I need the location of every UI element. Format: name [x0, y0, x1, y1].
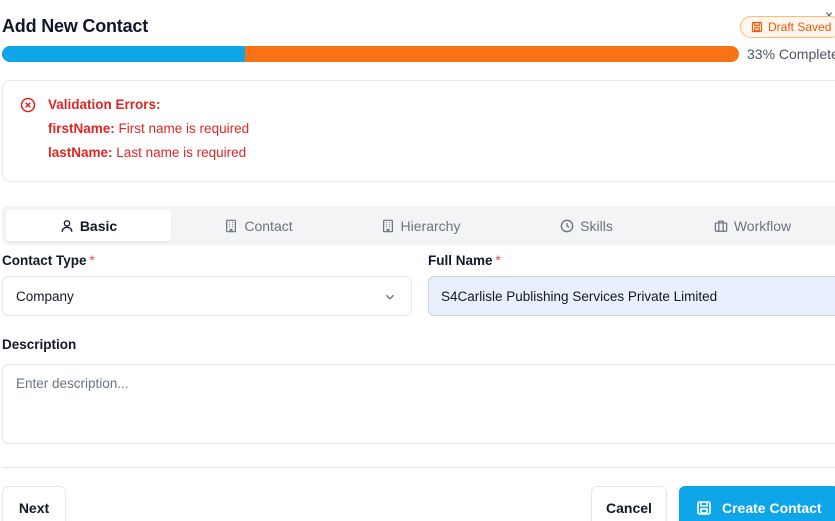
progress-label: 33% Complete	[747, 46, 835, 62]
description-textarea[interactable]	[2, 364, 835, 444]
error-item: firstName: First name is required	[48, 121, 249, 136]
contact-type-value: Company	[16, 288, 74, 304]
draft-saved-label: Draft Saved	[768, 20, 832, 34]
validation-error-box: Validation Errors: firstName: First name…	[2, 80, 835, 182]
tab-label: Hierarchy	[400, 217, 461, 234]
contact-type-label: Contact Type *	[2, 253, 95, 268]
tab-label: Basic	[79, 217, 118, 234]
progress-bar	[2, 46, 739, 62]
draft-saved-badge: Draft Saved	[740, 16, 835, 38]
briefcase-icon	[714, 220, 728, 232]
chevron-down-icon	[386, 294, 394, 300]
tab-label: Skills	[580, 217, 613, 234]
building-icon	[226, 219, 237, 232]
required-marker: *	[495, 253, 501, 268]
tab-label: Contact	[244, 217, 293, 234]
tab-workflow[interactable]: Workflow	[670, 210, 835, 241]
tab-skills[interactable]: Skills	[504, 210, 669, 241]
footer-divider	[2, 467, 835, 468]
clock-icon	[560, 219, 574, 232]
dialog-title: Add New Contact	[2, 16, 149, 36]
cancel-button[interactable]: Cancel	[591, 486, 667, 521]
error-circle-icon	[20, 97, 36, 113]
contact-type-select[interactable]: Company	[2, 276, 412, 316]
tab-basic[interactable]: Basic	[6, 210, 171, 241]
error-field: lastName:	[48, 145, 113, 160]
add-contact-dialog: Add New Contact × Draft Saved 33% Comple…	[0, 0, 835, 521]
create-contact-label: Create Contact	[722, 500, 822, 516]
tab-label: Workflow	[733, 217, 792, 234]
create-contact-button[interactable]: Create Contact	[679, 486, 835, 521]
description-label: Description	[2, 337, 77, 352]
contact-type-label-text: Contact Type	[2, 253, 87, 268]
building-icon	[382, 219, 393, 232]
tab-bar: Basic Contact Hierarchy Skills Workflow	[2, 206, 835, 245]
error-field: firstName:	[48, 121, 115, 136]
progress-fill	[2, 46, 246, 62]
required-marker: *	[89, 253, 95, 268]
error-message: First name is required	[118, 121, 250, 136]
tab-hierarchy[interactable]: Hierarchy	[338, 210, 503, 241]
full-name-label-text: Full Name	[428, 253, 493, 268]
save-icon	[751, 21, 763, 33]
tab-contact[interactable]: Contact	[176, 210, 341, 241]
user-icon	[61, 219, 73, 232]
save-icon	[697, 501, 711, 515]
error-message: Last name is required	[116, 145, 247, 160]
full-name-label: Full Name *	[428, 253, 501, 268]
next-button[interactable]: Next	[2, 486, 66, 521]
error-item: lastName: Last name is required	[48, 145, 246, 160]
error-title: Validation Errors:	[48, 97, 161, 112]
full-name-input[interactable]	[428, 276, 835, 316]
